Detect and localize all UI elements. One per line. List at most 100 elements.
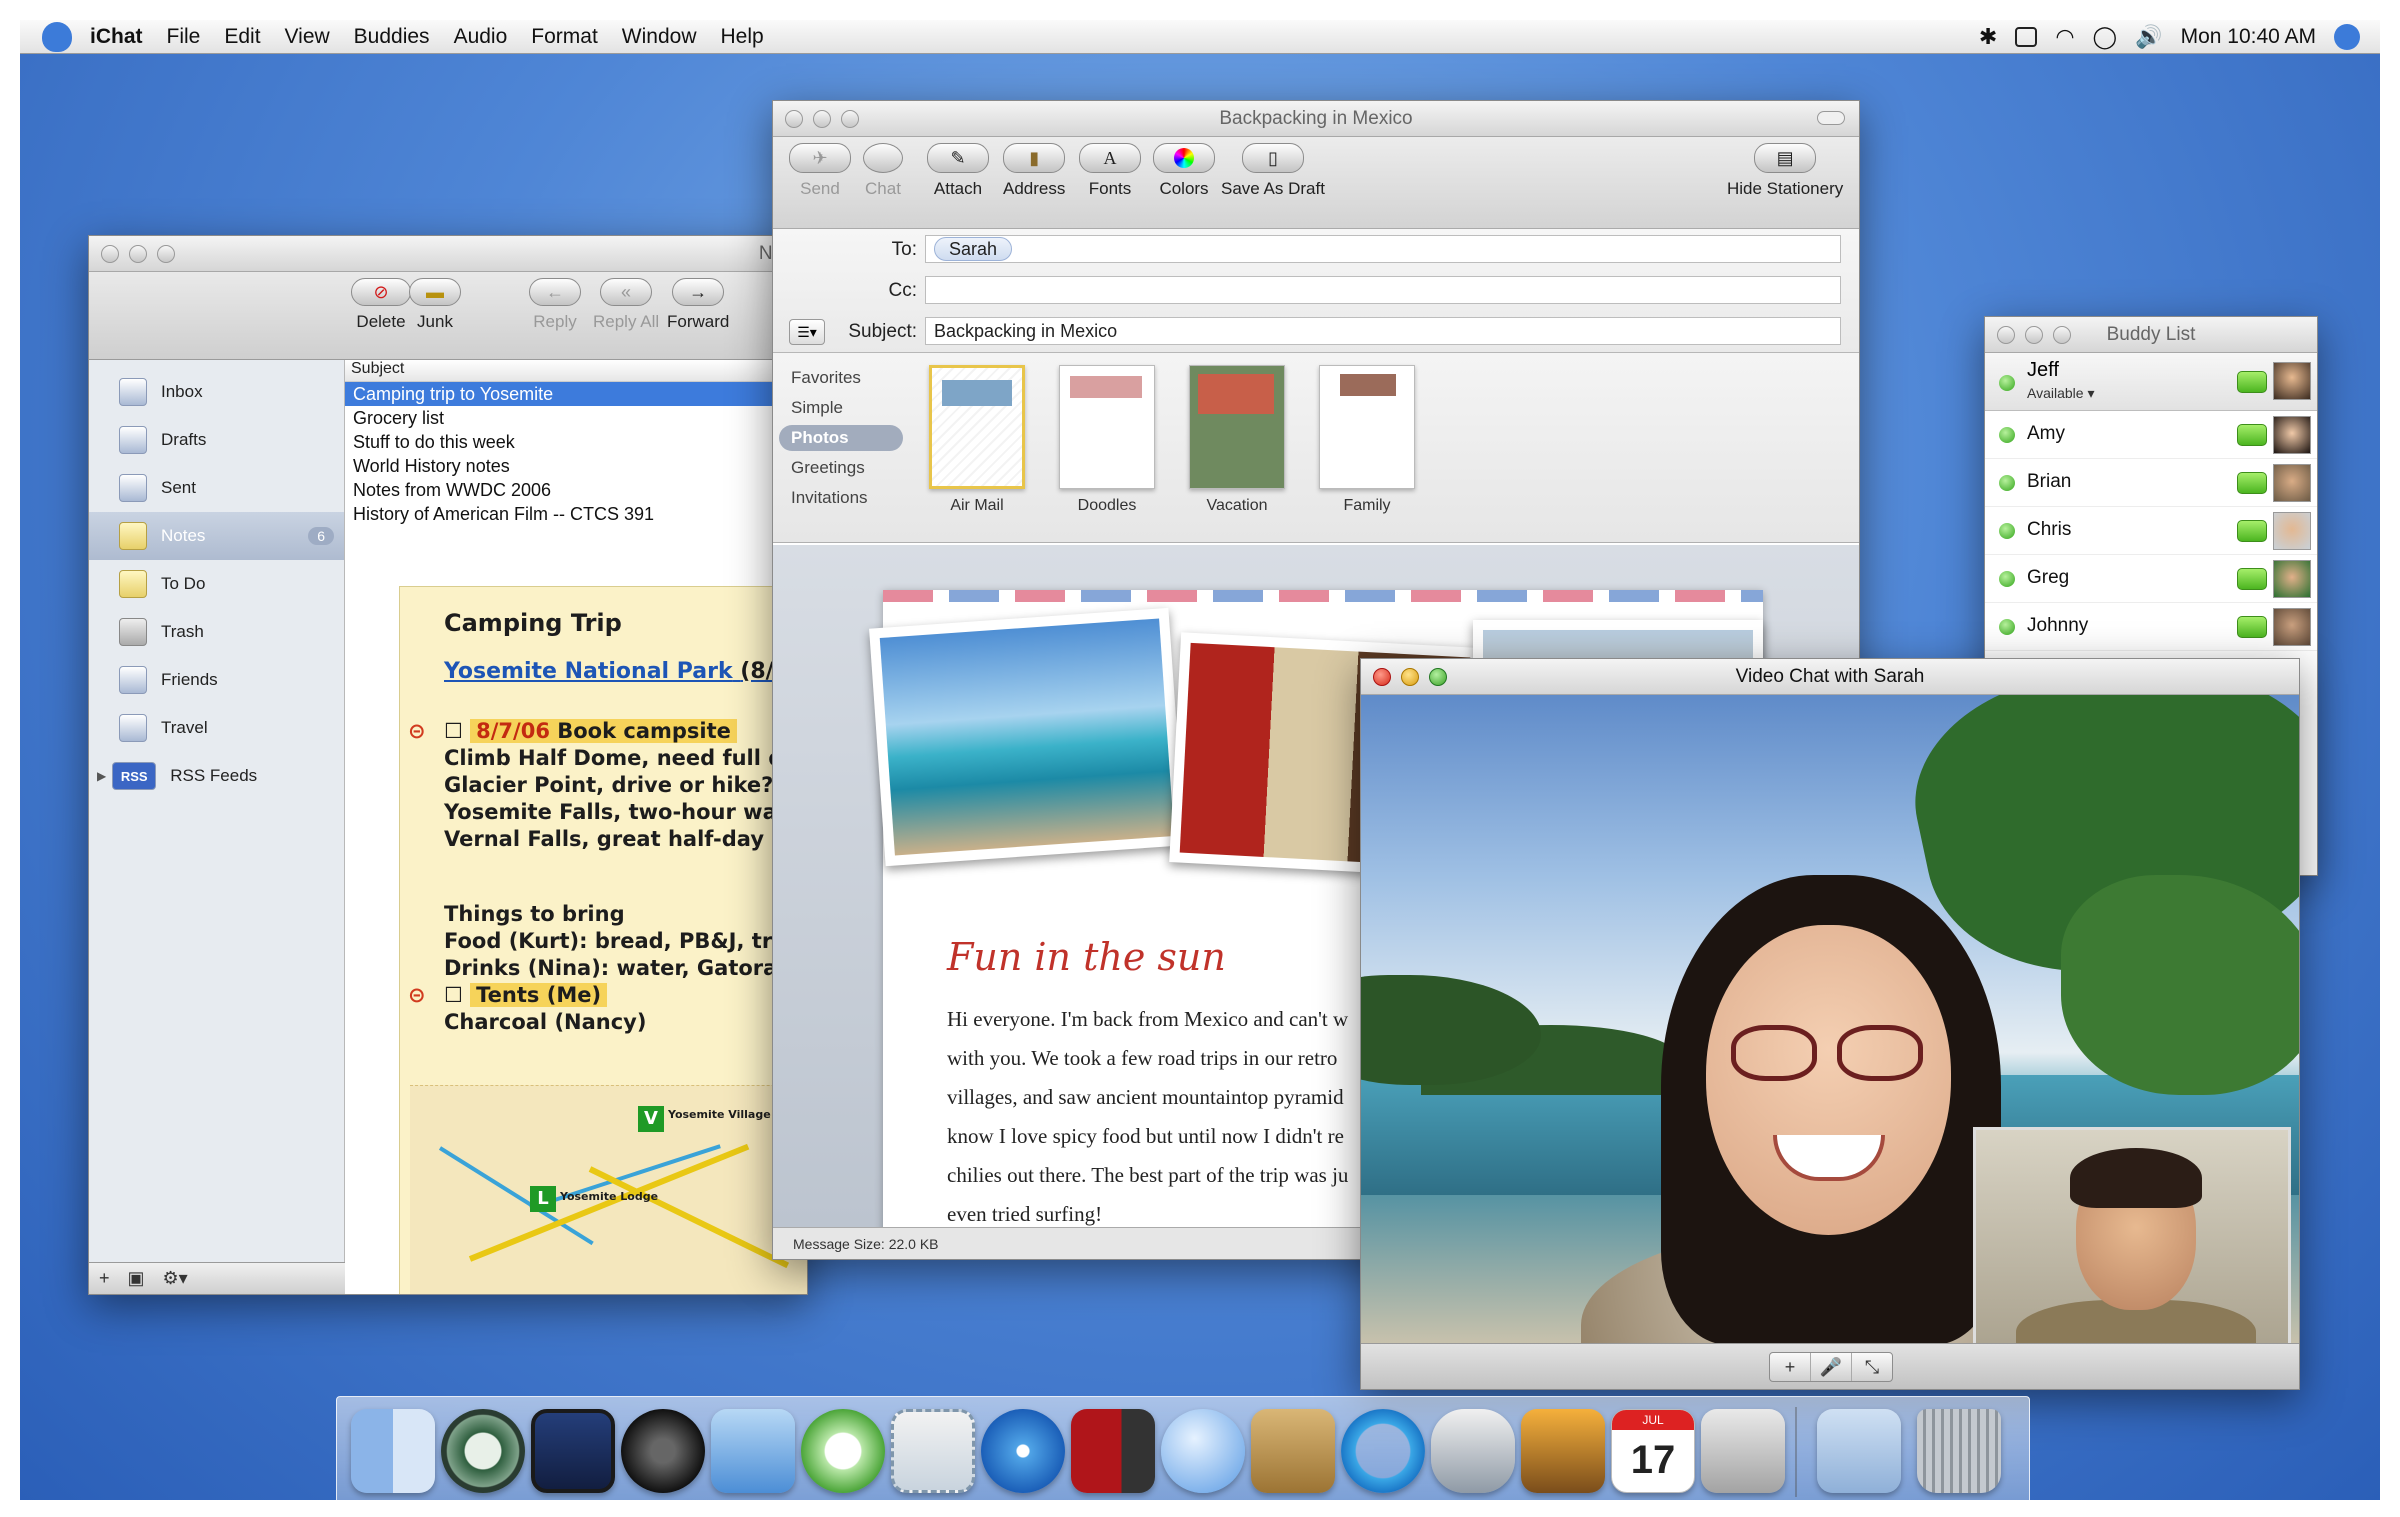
to-field[interactable]: Sarah <box>925 235 1841 263</box>
mailbox-travel[interactable]: Travel <box>89 704 344 752</box>
menu-format[interactable]: Format <box>531 25 598 49</box>
beach-photo[interactable] <box>869 607 1185 867</box>
chat-button[interactable]: Chat <box>863 143 903 199</box>
video-camera-icon[interactable] <box>2237 520 2267 542</box>
quicktime-icon[interactable] <box>1341 1409 1425 1493</box>
menu-clock[interactable]: Mon 10:40 AM <box>2181 25 2316 49</box>
header-options-button[interactable]: ☰▾ <box>789 319 825 345</box>
spotlight-icon[interactable] <box>2334 23 2360 50</box>
menu-edit[interactable]: Edit <box>224 25 260 49</box>
stationery-vacation[interactable]: Vacation <box>1187 365 1287 515</box>
ichat-icon[interactable] <box>1161 1409 1245 1493</box>
add-participant-button[interactable]: + <box>1770 1353 1811 1381</box>
fonts-button[interactable]: A Fonts <box>1079 143 1141 199</box>
save-as-draft-button[interactable]: ▯ Save As Draft <box>1221 143 1325 199</box>
message-row[interactable]: History of American Film -- CTCS 391 <box>345 502 807 526</box>
subject-column-header[interactable]: Subject <box>345 360 807 382</box>
stationery-category-simple[interactable]: Simple <box>779 395 903 421</box>
note-link-text[interactable]: Yosemite National Park <box>444 659 733 684</box>
stationery-air-mail[interactable]: Air Mail <box>927 365 1027 515</box>
mailbox-rss-feeds[interactable]: ▶ RSS RSS Feeds <box>89 752 344 800</box>
compose-titlebar[interactable]: Backpacking in Mexico <box>773 101 1859 137</box>
local-video-preview[interactable] <box>1973 1127 2291 1345</box>
spaces-icon[interactable] <box>531 1409 615 1493</box>
menu-app-name[interactable]: iChat <box>90 25 143 49</box>
fullscreen-button[interactable]: ⤡ <box>1852 1353 1892 1381</box>
letter-body-text[interactable]: Hi everyone. I'm back from Mexico and ca… <box>947 1000 1407 1227</box>
todo-checkbox[interactable]: ☐ <box>444 719 463 743</box>
mailbox-trash[interactable]: Trash <box>89 608 344 656</box>
safari-icon[interactable] <box>981 1409 1065 1493</box>
address-book-icon[interactable] <box>1251 1409 1335 1493</box>
action-menu-button[interactable]: ⚙▾ <box>163 1268 188 1289</box>
dashboard-icon[interactable] <box>621 1409 705 1493</box>
reply-all-button[interactable]: « Reply All <box>593 278 659 332</box>
video-camera-icon[interactable] <box>2237 371 2267 393</box>
message-row[interactable]: Stuff to do this week <box>345 430 807 454</box>
message-row[interactable]: Camping trip to Yosemite <box>345 382 807 406</box>
mail-titlebar[interactable]: Note <box>89 236 807 272</box>
stationery-family[interactable]: Family <box>1317 365 1417 515</box>
status-menu[interactable]: Available ▾ <box>2027 385 2094 402</box>
ichat-status-icon[interactable]: ◯ <box>2093 24 2118 50</box>
mailbox-todo[interactable]: To Do <box>89 560 344 608</box>
cc-field[interactable] <box>925 276 1841 304</box>
automator-icon[interactable] <box>1431 1409 1515 1493</box>
finder-icon[interactable] <box>351 1409 435 1493</box>
menu-window[interactable]: Window <box>622 25 697 49</box>
video-chat-titlebar[interactable]: Video Chat with Sarah <box>1361 659 2299 695</box>
video-camera-icon[interactable] <box>2237 568 2267 590</box>
mailbox-drafts[interactable]: Drafts <box>89 416 344 464</box>
show-photo-browser-button[interactable]: ▣ <box>128 1268 145 1289</box>
menu-audio[interactable]: Audio <box>454 25 508 49</box>
my-buddy-picture[interactable] <box>2273 362 2311 400</box>
stationery-category-favorites[interactable]: Favorites <box>779 365 903 391</box>
attach-button[interactable]: ✎ Attach <box>927 143 989 199</box>
disclosure-triangle-icon[interactable]: ▶ <box>97 769 106 783</box>
buddy-row-johnny[interactable]: Johnny <box>1985 603 2317 651</box>
recipient-token[interactable]: Sarah <box>934 237 1013 261</box>
mailbox-notes[interactable]: Notes 6 <box>89 512 344 560</box>
battery-icon[interactable] <box>2015 26 2038 47</box>
todo-checkbox[interactable]: ☐ <box>444 983 463 1007</box>
forward-button[interactable]: → Forward <box>667 278 729 332</box>
video-camera-icon[interactable] <box>2237 424 2267 446</box>
documents-folder-icon[interactable] <box>1817 1409 1901 1493</box>
add-mailbox-button[interactable]: + <box>99 1268 110 1289</box>
note-park-link[interactable]: Yosemite National Park (8/26 - 8 <box>444 659 807 684</box>
menu-help[interactable]: Help <box>721 25 764 49</box>
delete-button[interactable]: ⊘ Delete <box>351 278 411 332</box>
mailbox-sent[interactable]: Sent <box>89 464 344 512</box>
message-row[interactable]: World History notes <box>345 454 807 478</box>
front-row-icon[interactable] <box>1071 1409 1155 1493</box>
hide-stationery-button[interactable]: ▤ Hide Stationery <box>1727 143 1843 199</box>
trash-icon[interactable] <box>1917 1409 2001 1493</box>
note-view[interactable]: Camping Trip Yosemite National Park (8/2… <box>399 586 807 1294</box>
menu-view[interactable]: View <box>285 25 330 49</box>
mailbox-friends[interactable]: Friends <box>89 656 344 704</box>
menu-file[interactable]: File <box>167 25 201 49</box>
volume-icon[interactable]: 🔊 <box>2135 24 2162 50</box>
iphoto-icon[interactable] <box>1521 1409 1605 1493</box>
itunes-icon[interactable] <box>801 1409 885 1493</box>
message-row[interactable]: Notes from WWDC 2006 <box>345 478 807 502</box>
mailbox-inbox[interactable]: Inbox <box>89 368 344 416</box>
stationery-category-invitations[interactable]: Invitations <box>779 485 903 511</box>
apple-menu-icon[interactable] <box>42 21 72 52</box>
reply-button[interactable]: ← Reply <box>529 278 581 332</box>
address-button[interactable]: ▮ Address <box>1003 143 1065 199</box>
mute-microphone-button[interactable]: 🎤 <box>1811 1353 1852 1381</box>
time-machine-icon[interactable] <box>441 1409 525 1493</box>
stationery-category-photos[interactable]: Photos <box>779 425 903 451</box>
wifi-icon[interactable]: ◠ <box>2055 24 2074 50</box>
send-button[interactable]: ✈ Send <box>789 143 851 199</box>
remote-video-feed[interactable] <box>1361 695 2299 1345</box>
note-todo-book-campsite[interactable]: ⊝ ☐ 8/7/06 Book campsite <box>408 718 807 745</box>
mail-stamp-icon[interactable] <box>891 1409 975 1493</box>
menu-buddies[interactable]: Buddies <box>354 25 430 49</box>
buddy-row-greg[interactable]: Greg <box>1985 555 2317 603</box>
bluetooth-icon[interactable]: ✱ <box>1979 24 1997 50</box>
ical-icon[interactable]: JUL 17 <box>1611 1409 1695 1493</box>
message-row[interactable]: Grocery list <box>345 406 807 430</box>
buddy-row-amy[interactable]: Amy <box>1985 411 2317 459</box>
